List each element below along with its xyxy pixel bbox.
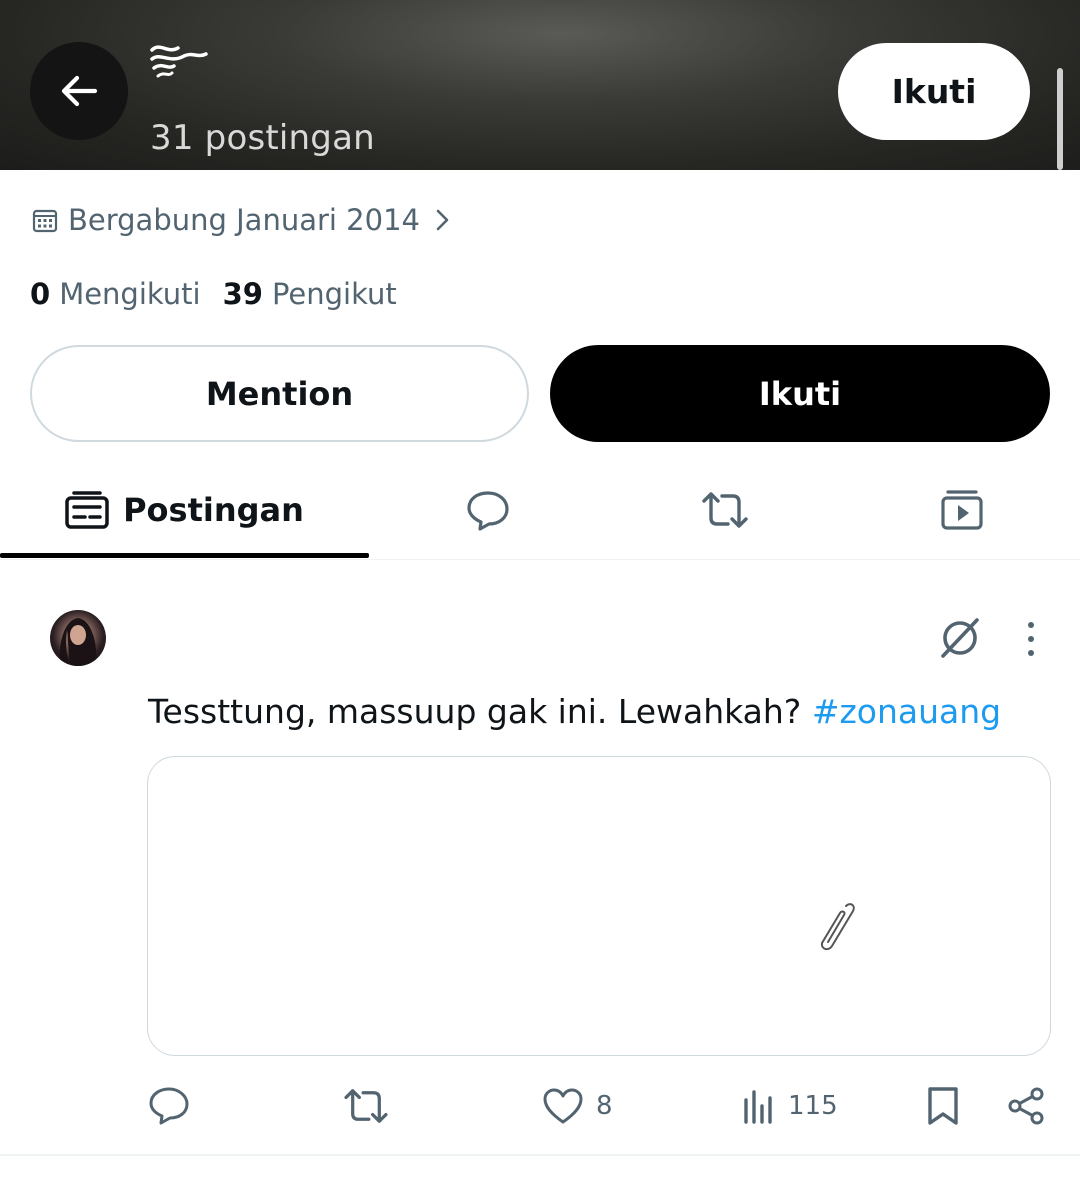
views-button[interactable]: 115 (742, 1084, 838, 1128)
tab-posts[interactable]: Postingan (0, 460, 369, 560)
following-count[interactable]: 0 (30, 277, 50, 311)
post-text: Tessttung, massuup gak ini. Lewahkah? (148, 692, 802, 731)
like-count: 8 (596, 1091, 613, 1121)
scrollbar[interactable] (1057, 68, 1063, 170)
profile-page: 31 postingan Ikuti Bergabung Januari 201… (0, 0, 1080, 1185)
active-tab-indicator (0, 553, 369, 558)
paperclip-icon (820, 903, 855, 951)
join-date-row[interactable]: Bergabung Januari 2014 (32, 200, 454, 240)
views-chart-icon (744, 1090, 772, 1124)
wave-glyph-icon (150, 45, 208, 78)
post-count: 31 postingan (150, 118, 375, 158)
heart-icon (543, 1088, 583, 1124)
mention-button[interactable]: Mention (30, 345, 529, 442)
follow-button[interactable]: Ikuti (550, 345, 1050, 442)
reply-icon (149, 1087, 189, 1125)
profile-tabs: Postingan (0, 460, 1080, 560)
avatar[interactable] (50, 610, 106, 666)
reply-button[interactable] (148, 1084, 190, 1128)
grok-icon[interactable] (938, 616, 982, 660)
repost-button[interactable] (342, 1084, 390, 1128)
followers-label[interactable]: Pengikut (272, 277, 397, 311)
tab-media[interactable] (843, 460, 1080, 560)
bookmark-icon (928, 1087, 958, 1125)
arrow-left-icon (61, 75, 98, 107)
repost-icon (344, 1089, 388, 1123)
avatar-photo-icon (59, 618, 97, 666)
following-label[interactable]: Mengikuti (59, 277, 200, 311)
share-icon (1008, 1087, 1044, 1125)
repost-icon (701, 492, 748, 528)
post-divider (0, 1154, 1080, 1156)
profile-banner-header: 31 postingan Ikuti (0, 0, 1080, 170)
back-button[interactable] (30, 42, 128, 140)
posts-icon (65, 491, 109, 529)
bookmark-button[interactable] (926, 1084, 960, 1128)
tab-replies[interactable] (369, 460, 606, 560)
reply-bubble-icon (466, 491, 509, 531)
tab-reposts[interactable] (606, 460, 843, 560)
post-body: Tessttung, massuup gak ini. Lewahkah? #z… (148, 692, 1001, 731)
chevron-right-icon (436, 209, 449, 231)
more-options-icon[interactable] (1020, 620, 1042, 658)
tab-posts-label: Postingan (123, 491, 304, 529)
followers-count[interactable]: 39 (223, 277, 263, 311)
share-button[interactable] (1006, 1084, 1046, 1128)
calendar-icon (32, 209, 58, 233)
hashtag-link[interactable]: #zonauang (812, 692, 1001, 731)
header-follow-button[interactable]: Ikuti (838, 43, 1030, 140)
join-date-text: Bergabung Januari 2014 (68, 203, 420, 237)
follow-stats: 0 Mengikuti 39 Pengikut (30, 277, 419, 311)
like-button[interactable]: 8 (542, 1084, 613, 1128)
post-media-card[interactable] (147, 756, 1051, 1056)
media-icon (940, 490, 983, 530)
view-count: 115 (788, 1091, 838, 1121)
